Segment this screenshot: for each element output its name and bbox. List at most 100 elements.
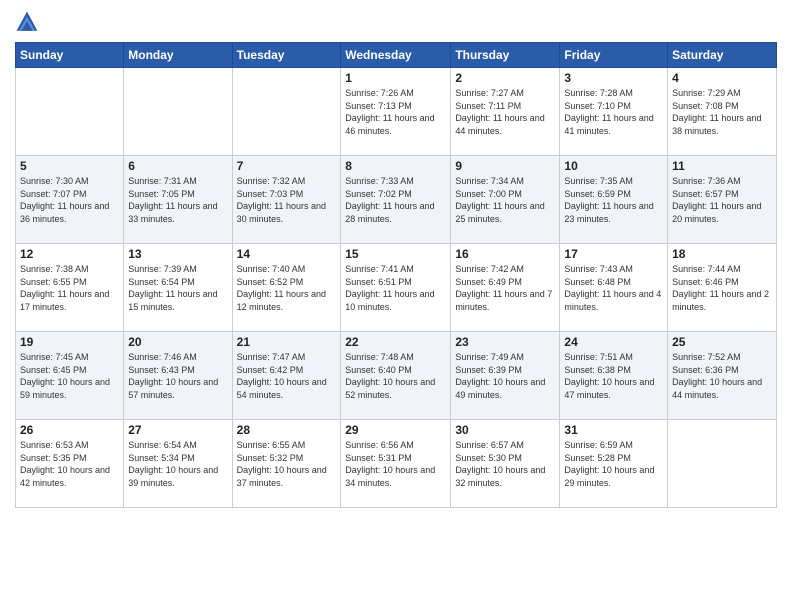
day-number: 27 <box>128 423 227 437</box>
calendar-cell: 20 Sunrise: 7:46 AMSunset: 6:43 PMDayligh… <box>124 332 232 420</box>
day-info: Sunrise: 7:33 AMSunset: 7:02 PMDaylight:… <box>345 176 434 224</box>
day-info: Sunrise: 6:54 AMSunset: 5:34 PMDaylight:… <box>128 440 218 488</box>
day-number: 5 <box>20 159 119 173</box>
day-info: Sunrise: 7:32 AMSunset: 7:03 PMDaylight:… <box>237 176 326 224</box>
day-info: Sunrise: 6:57 AMSunset: 5:30 PMDaylight:… <box>455 440 545 488</box>
day-number: 23 <box>455 335 555 349</box>
day-number: 7 <box>237 159 337 173</box>
calendar-cell: 1 Sunrise: 7:26 AMSunset: 7:13 PMDaylight… <box>341 68 451 156</box>
day-number: 31 <box>564 423 663 437</box>
page: SundayMondayTuesdayWednesdayThursdayFrid… <box>0 0 792 612</box>
calendar-cell: 13 Sunrise: 7:39 AMSunset: 6:54 PMDayligh… <box>124 244 232 332</box>
day-number: 28 <box>237 423 337 437</box>
day-info: Sunrise: 7:26 AMSunset: 7:13 PMDaylight:… <box>345 88 434 136</box>
calendar-cell: 14 Sunrise: 7:40 AMSunset: 6:52 PMDayligh… <box>232 244 341 332</box>
day-info: Sunrise: 6:53 AMSunset: 5:35 PMDaylight:… <box>20 440 110 488</box>
weekday-header-friday: Friday <box>560 43 668 68</box>
day-info: Sunrise: 6:55 AMSunset: 5:32 PMDaylight:… <box>237 440 327 488</box>
day-number: 26 <box>20 423 119 437</box>
calendar-cell <box>124 68 232 156</box>
calendar-cell: 29 Sunrise: 6:56 AMSunset: 5:31 PMDayligh… <box>341 420 451 508</box>
weekday-header-sunday: Sunday <box>16 43 124 68</box>
day-info: Sunrise: 7:36 AMSunset: 6:57 PMDaylight:… <box>672 176 761 224</box>
calendar-cell: 23 Sunrise: 7:49 AMSunset: 6:39 PMDayligh… <box>451 332 560 420</box>
day-info: Sunrise: 7:51 AMSunset: 6:38 PMDaylight:… <box>564 352 654 400</box>
calendar-cell: 12 Sunrise: 7:38 AMSunset: 6:55 PMDayligh… <box>16 244 124 332</box>
day-number: 17 <box>564 247 663 261</box>
calendar-cell: 8 Sunrise: 7:33 AMSunset: 7:02 PMDaylight… <box>341 156 451 244</box>
day-info: Sunrise: 7:27 AMSunset: 7:11 PMDaylight:… <box>455 88 544 136</box>
calendar-cell: 25 Sunrise: 7:52 AMSunset: 6:36 PMDayligh… <box>668 332 777 420</box>
day-number: 21 <box>237 335 337 349</box>
day-number: 24 <box>564 335 663 349</box>
day-number: 12 <box>20 247 119 261</box>
calendar-cell: 31Sunrise: 6:59 AMSunset: 5:28 PMDayligh… <box>560 420 668 508</box>
day-info: Sunrise: 7:30 AMSunset: 7:07 PMDaylight:… <box>20 176 109 224</box>
calendar-cell: 17 Sunrise: 7:43 AMSunset: 6:48 PMDayligh… <box>560 244 668 332</box>
day-number: 8 <box>345 159 446 173</box>
calendar-cell: 11 Sunrise: 7:36 AMSunset: 6:57 PMDayligh… <box>668 156 777 244</box>
day-info: Sunrise: 7:39 AMSunset: 6:54 PMDaylight:… <box>128 264 217 312</box>
day-info: Sunrise: 6:56 AMSunset: 5:31 PMDaylight:… <box>345 440 435 488</box>
day-number: 10 <box>564 159 663 173</box>
day-info: Sunrise: 7:48 AMSunset: 6:40 PMDaylight:… <box>345 352 435 400</box>
day-number: 6 <box>128 159 227 173</box>
week-row-4: 19Sunrise: 7:45 AMSunset: 6:45 PMDayligh… <box>16 332 777 420</box>
day-number: 9 <box>455 159 555 173</box>
week-row-1: 1 Sunrise: 7:26 AMSunset: 7:13 PMDaylight… <box>16 68 777 156</box>
day-info: Sunrise: 7:34 AMSunset: 7:00 PMDaylight:… <box>455 176 544 224</box>
calendar-cell: 9 Sunrise: 7:34 AMSunset: 7:00 PMDaylight… <box>451 156 560 244</box>
day-info: Sunrise: 7:38 AMSunset: 6:55 PMDaylight:… <box>20 264 109 312</box>
day-number: 18 <box>672 247 772 261</box>
day-info: Sunrise: 7:40 AMSunset: 6:52 PMDaylight:… <box>237 264 326 312</box>
week-row-5: 26 Sunrise: 6:53 AMSunset: 5:35 PMDayligh… <box>16 420 777 508</box>
calendar-cell: 16Sunrise: 7:42 AMSunset: 6:49 PMDayligh… <box>451 244 560 332</box>
day-info: Sunrise: 7:49 AMSunset: 6:39 PMDaylight:… <box>455 352 545 400</box>
calendar-cell: 27 Sunrise: 6:54 AMSunset: 5:34 PMDayligh… <box>124 420 232 508</box>
day-info: Sunrise: 7:45 AMSunset: 6:45 PMDaylight:… <box>20 352 110 400</box>
day-info: Sunrise: 7:46 AMSunset: 6:43 PMDaylight:… <box>128 352 218 400</box>
calendar-cell: 5 Sunrise: 7:30 AMSunset: 7:07 PMDaylight… <box>16 156 124 244</box>
logo <box>15 10 43 34</box>
calendar-cell: 22Sunrise: 7:48 AMSunset: 6:40 PMDayligh… <box>341 332 451 420</box>
day-number: 16 <box>455 247 555 261</box>
day-info: Sunrise: 7:31 AMSunset: 7:05 PMDaylight:… <box>128 176 217 224</box>
calendar-cell: 6 Sunrise: 7:31 AMSunset: 7:05 PMDaylight… <box>124 156 232 244</box>
calendar-cell: 24 Sunrise: 7:51 AMSunset: 6:38 PMDayligh… <box>560 332 668 420</box>
calendar-cell <box>232 68 341 156</box>
day-info: Sunrise: 7:28 AMSunset: 7:10 PMDaylight:… <box>564 88 653 136</box>
calendar-cell: 7 Sunrise: 7:32 AMSunset: 7:03 PMDaylight… <box>232 156 341 244</box>
day-number: 4 <box>672 71 772 85</box>
calendar-cell: 18 Sunrise: 7:44 AMSunset: 6:46 PMDayligh… <box>668 244 777 332</box>
day-number: 1 <box>345 71 446 85</box>
day-info: Sunrise: 7:35 AMSunset: 6:59 PMDaylight:… <box>564 176 653 224</box>
calendar-cell: 19Sunrise: 7:45 AMSunset: 6:45 PMDayligh… <box>16 332 124 420</box>
day-number: 29 <box>345 423 446 437</box>
week-row-2: 5 Sunrise: 7:30 AMSunset: 7:07 PMDaylight… <box>16 156 777 244</box>
day-number: 25 <box>672 335 772 349</box>
day-info: Sunrise: 7:44 AMSunset: 6:46 PMDaylight:… <box>672 264 769 312</box>
weekday-header-monday: Monday <box>124 43 232 68</box>
calendar-cell <box>16 68 124 156</box>
calendar-cell: 10 Sunrise: 7:35 AMSunset: 6:59 PMDayligh… <box>560 156 668 244</box>
day-info: Sunrise: 7:52 AMSunset: 6:36 PMDaylight:… <box>672 352 762 400</box>
week-row-3: 12 Sunrise: 7:38 AMSunset: 6:55 PMDayligh… <box>16 244 777 332</box>
day-number: 14 <box>237 247 337 261</box>
calendar-cell <box>668 420 777 508</box>
weekday-header-saturday: Saturday <box>668 43 777 68</box>
day-info: Sunrise: 7:43 AMSunset: 6:48 PMDaylight:… <box>564 264 661 312</box>
calendar-cell: 3 Sunrise: 7:28 AMSunset: 7:10 PMDaylight… <box>560 68 668 156</box>
calendar-cell: 28 Sunrise: 6:55 AMSunset: 5:32 PMDayligh… <box>232 420 341 508</box>
logo-icon <box>15 10 39 34</box>
calendar-cell: 15Sunrise: 7:41 AMSunset: 6:51 PMDayligh… <box>341 244 451 332</box>
day-number: 20 <box>128 335 227 349</box>
day-number: 3 <box>564 71 663 85</box>
weekday-header-thursday: Thursday <box>451 43 560 68</box>
calendar-cell: 30 Sunrise: 6:57 AMSunset: 5:30 PMDayligh… <box>451 420 560 508</box>
day-number: 30 <box>455 423 555 437</box>
day-number: 13 <box>128 247 227 261</box>
day-info: Sunrise: 7:29 AMSunset: 7:08 PMDaylight:… <box>672 88 761 136</box>
day-number: 11 <box>672 159 772 173</box>
header <box>15 10 777 34</box>
weekday-header-row: SundayMondayTuesdayWednesdayThursdayFrid… <box>16 43 777 68</box>
